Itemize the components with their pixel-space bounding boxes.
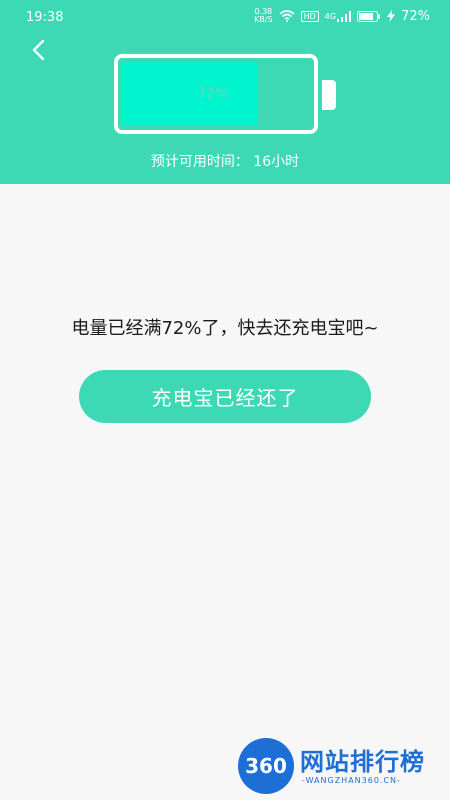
power-bank-returned-button[interactable]: 充电宝已经还了 <box>79 370 371 423</box>
battery-icon <box>357 10 381 22</box>
hd-label: HD <box>300 10 319 22</box>
battery-indicator: 72% <box>114 54 318 134</box>
status-bar: 19:38 0.38 KB/S HD 4G 72% <box>0 0 450 36</box>
watermark-logo: 360 网站排行榜 -WANGZHAN360.CN- <box>238 738 448 798</box>
back-button[interactable] <box>28 38 52 62</box>
charge-full-message: 电量已经满72%了，快去还充电宝吧~ <box>71 318 379 339</box>
status-time: 19:38 <box>26 10 64 25</box>
header: 19:38 0.38 KB/S HD 4G 72% 72% 预计可用时间： 16… <box>0 0 450 184</box>
battery-tip <box>322 80 336 110</box>
estimated-time: 预计可用时间： 16小时 <box>150 154 300 170</box>
lightning-icon <box>387 10 396 22</box>
watermark-subtitle: -WANGZHAN360.CN- <box>302 776 401 785</box>
battery-percent-label: 72% <box>197 86 229 102</box>
watermark-badge: 360 <box>238 738 294 794</box>
watermark-title: 网站排行榜 <box>300 748 425 776</box>
chevron-left-icon <box>32 39 45 61</box>
net-speed: 0.38 KB/S <box>254 8 273 24</box>
hd-icon: HD <box>300 10 319 22</box>
status-right: 0.38 KB/S HD 4G 72% <box>254 8 430 24</box>
wifi-icon <box>279 10 295 22</box>
signal-icon: 4G <box>324 10 352 22</box>
signal-label: 4G <box>324 11 337 21</box>
net-speed-unit: KB/S <box>254 15 273 24</box>
status-battery-percent: 72% <box>401 8 430 24</box>
